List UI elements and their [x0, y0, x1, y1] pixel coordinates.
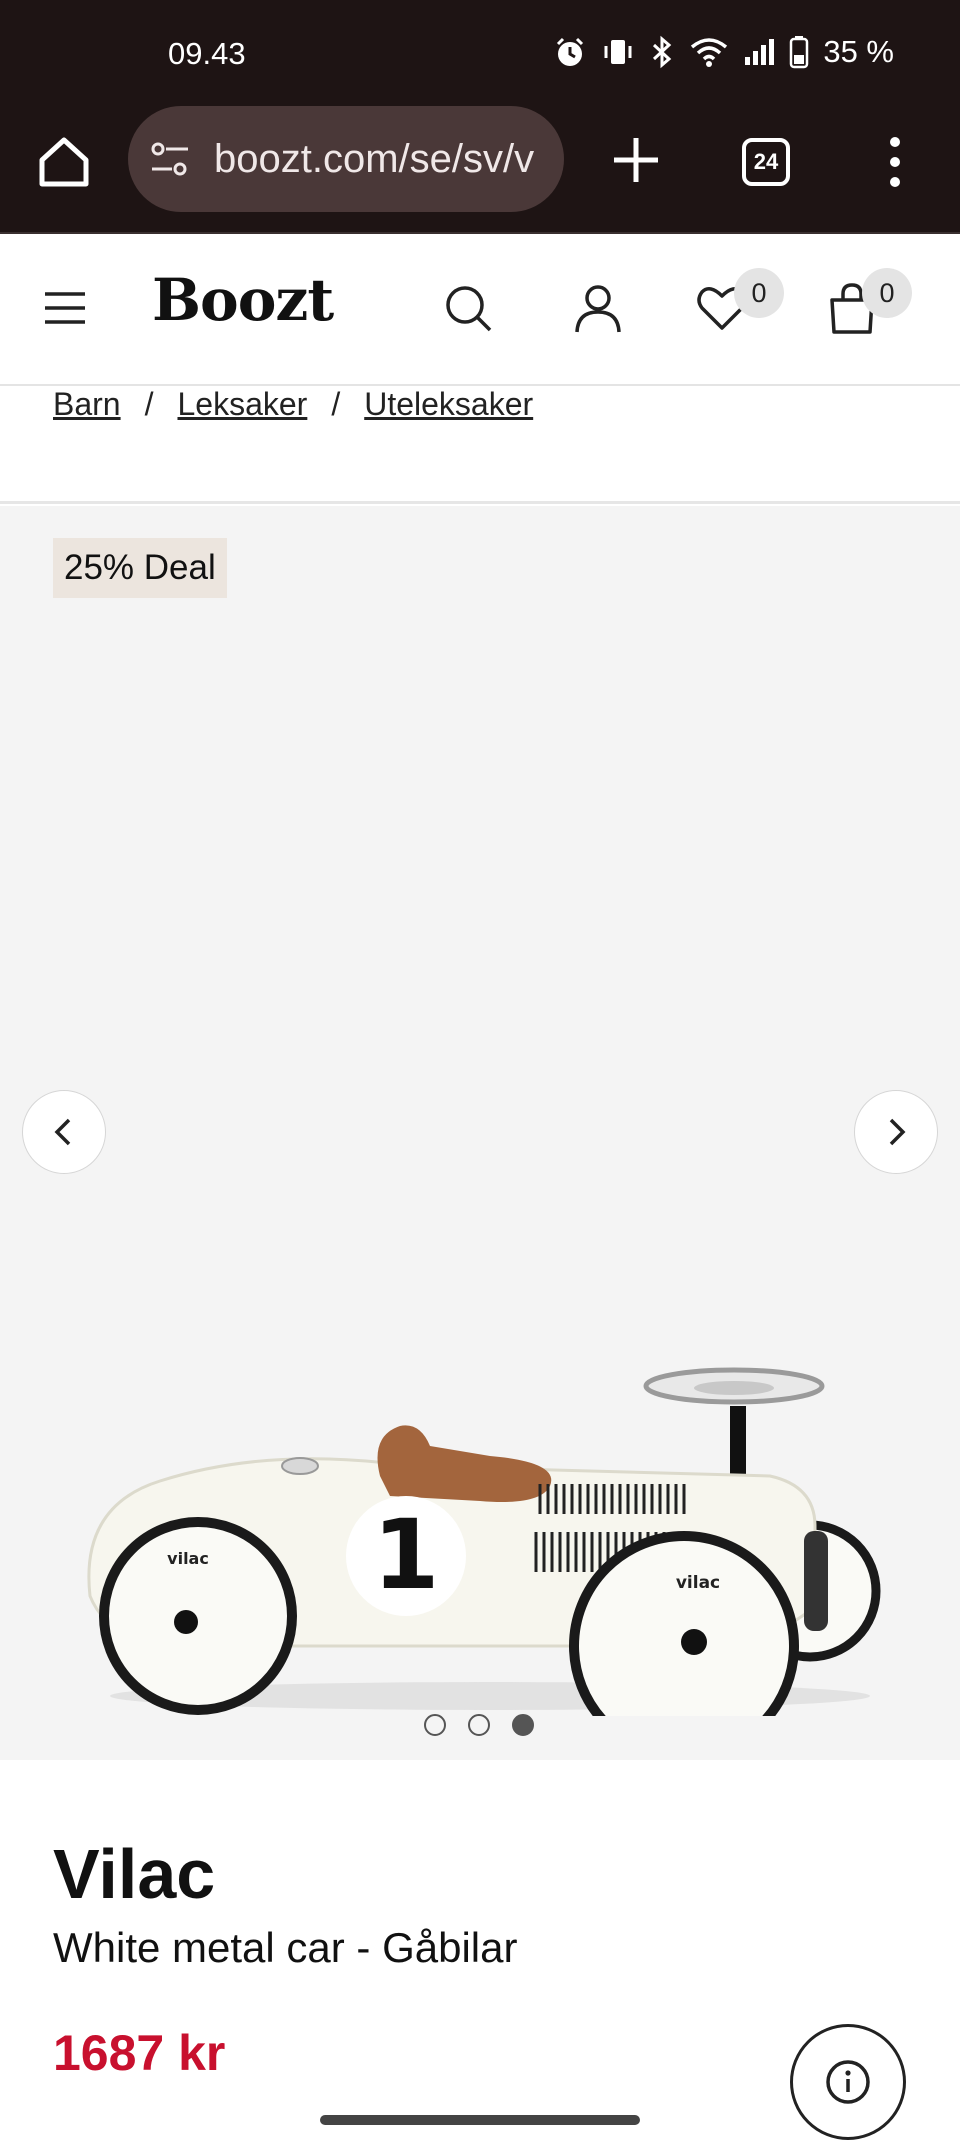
status-bar: 09.43 35 % — [0, 0, 960, 104]
breadcrumb-separator: / — [331, 386, 341, 422]
wishlist-count-badge: 0 — [734, 268, 784, 318]
vibrate-icon — [604, 40, 632, 64]
breadcrumb-item[interactable]: Uteleksaker — [364, 386, 533, 423]
breadcrumb: Barn / Leksaker / Uteleksaker — [53, 386, 533, 502]
cart-count-badge: 0 — [862, 268, 912, 318]
site-header: Boozt 0 0 — [0, 236, 960, 386]
hamburger-menu-icon[interactable] — [42, 288, 88, 328]
battery-icon — [790, 36, 809, 69]
site-settings-icon[interactable] — [148, 137, 192, 181]
gallery-dot[interactable] — [424, 1714, 446, 1736]
wheel-brand-text: vilac — [167, 1549, 209, 1568]
breadcrumb-item[interactable]: Barn — [53, 386, 121, 423]
chevron-left-icon — [54, 1118, 71, 1146]
breadcrumb-item[interactable]: Leksaker — [177, 386, 307, 423]
battery-percent: 35 % — [823, 34, 894, 69]
home-indicator[interactable] — [320, 2115, 640, 2125]
wifi-icon — [691, 38, 728, 67]
boozt-logo[interactable]: Boozt — [152, 266, 334, 334]
product-price: 1687 kr — [53, 2025, 226, 2081]
product-gallery[interactable]: 25% Deal 1 vilac vilac — [0, 506, 960, 1760]
info-icon — [826, 2060, 870, 2104]
url-text: boozt.com/se/sv/v — [214, 136, 535, 181]
account-icon[interactable] — [570, 280, 626, 336]
info-button[interactable] — [790, 2024, 906, 2140]
tabs-count: 24 — [753, 149, 779, 174]
signal-icon — [745, 39, 775, 65]
deal-badge: 25% Deal — [53, 538, 227, 598]
breadcrumb-separator: / — [144, 386, 154, 422]
browser-toolbar: boozt.com/se/sv/v 24 — [0, 104, 960, 234]
next-image-button[interactable] — [854, 1090, 938, 1174]
wheel-brand-text: vilac — [676, 1573, 720, 1593]
bluetooth-icon — [653, 35, 672, 69]
gallery-dot-active[interactable] — [512, 1714, 534, 1736]
status-time: 09.43 — [168, 36, 246, 71]
more-menu-icon[interactable] — [880, 132, 910, 192]
alarm-icon — [557, 37, 584, 66]
chevron-right-icon — [889, 1118, 906, 1146]
gallery-dot[interactable] — [468, 1714, 490, 1736]
home-icon[interactable] — [36, 134, 92, 190]
car-number: 1 — [373, 1499, 440, 1611]
new-tab-icon[interactable] — [606, 130, 666, 190]
gallery-pagination — [424, 1714, 534, 1736]
product-image-car: 1 vilac vilac — [87, 1367, 881, 1716]
tabs-button[interactable]: 24 — [742, 138, 790, 186]
product-brand[interactable]: Vilac — [53, 1834, 215, 1914]
page: 09.43 35 % boozt.com/se/sv/v 24 Boozt 0 … — [0, 0, 960, 2144]
address-bar[interactable]: boozt.com/se/sv/v — [128, 106, 564, 212]
search-icon[interactable] — [440, 280, 496, 336]
previous-image-button[interactable] — [22, 1090, 106, 1174]
product-name: White metal car - Gåbilar — [53, 1924, 518, 1971]
status-icons: 35 % — [553, 30, 894, 74]
